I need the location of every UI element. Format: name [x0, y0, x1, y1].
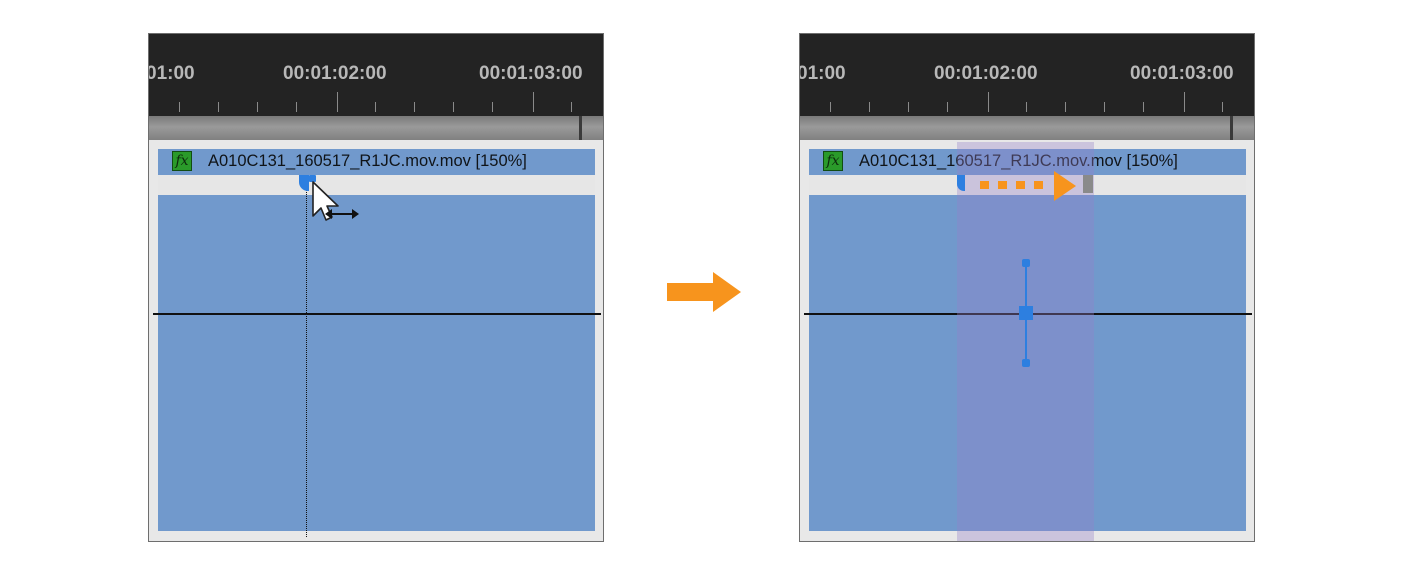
- ruler-ticks: [800, 90, 1254, 116]
- keyframe-lane[interactable]: [158, 175, 595, 195]
- right-arrow-icon: [667, 272, 741, 312]
- dotted-arrow-icon: [980, 171, 1076, 201]
- strip-edit-mark: [1230, 116, 1233, 140]
- mouse-pointer-icon: [312, 181, 359, 221]
- timecode-label: 00:01:03:00: [479, 63, 583, 84]
- timecode-label: 00:01:02:00: [934, 63, 1038, 84]
- time-ruler[interactable]: 01:00 00:01:02:00 00:01:03:00: [149, 34, 603, 116]
- resize-horizontal-icon: [325, 209, 359, 219]
- fx-icon[interactable]: fx: [172, 151, 192, 171]
- bezier-handle-top[interactable]: [1022, 259, 1030, 267]
- clip-header[interactable]: fx A010C131_160517_R1JC.mov.mov [150%]: [158, 149, 595, 175]
- timeline-panel-before: 01:00 00:01:02:00 00:01:03:00 fx A010C13…: [148, 33, 604, 542]
- in-point-marker[interactable]: [957, 175, 965, 191]
- timecode-label: 01:00: [149, 63, 195, 84]
- out-point-marker[interactable]: [1083, 175, 1093, 193]
- clip-name: A010C131_160517_R1JC.mov.mov [150%]: [208, 152, 527, 170]
- rubber-band-line[interactable]: [153, 313, 601, 315]
- video-thumbnail-strip: [800, 116, 1254, 140]
- video-thumbnail-strip: [149, 116, 603, 140]
- timecode-label: 00:01:02:00: [283, 63, 387, 84]
- bezier-handle-bottom[interactable]: [1022, 359, 1030, 367]
- time-ruler[interactable]: 01:00 00:01:02:00 00:01:03:00: [800, 34, 1254, 116]
- strip-edit-mark: [579, 116, 582, 140]
- keyframe-point[interactable]: [1019, 306, 1033, 320]
- timeline-panel-after: 01:00 00:01:02:00 00:01:03:00 fx A010C13…: [799, 33, 1255, 542]
- clip-body[interactable]: [158, 195, 595, 531]
- ruler-ticks: [149, 90, 603, 116]
- timecode-label: 01:00: [800, 63, 846, 84]
- fx-icon[interactable]: fx: [823, 151, 843, 171]
- timecode-label: 00:01:03:00: [1130, 63, 1234, 84]
- playhead-guide: [306, 175, 307, 537]
